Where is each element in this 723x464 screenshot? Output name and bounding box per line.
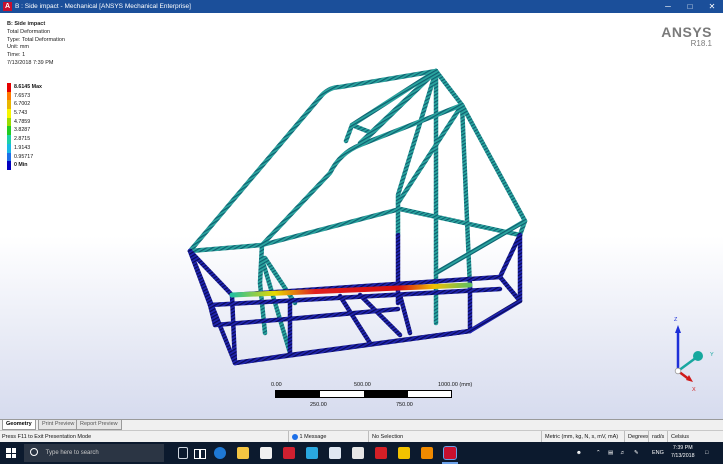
maximize-button[interactable]: □ [679,0,701,13]
search-placeholder: Type here to search [45,450,99,456]
ansys-app-icon[interactable]: A [3,2,12,11]
pen-icon[interactable]: ✎ [634,442,639,464]
close-button[interactable]: ✕ [701,0,723,13]
tray-chevron-icon[interactable]: ⌃ [596,442,601,464]
window-title: B : Side impact - Mechanical [ANSYS Mech… [15,3,191,10]
minimize-button[interactable]: ─ [657,0,679,13]
info-icon [292,433,298,440]
app-icon-5[interactable] [306,447,318,459]
triad-x-label: X [692,387,696,393]
clock-time: 7:39 PM [672,445,693,451]
triad-y-label: Y [710,352,714,358]
store-icon[interactable] [260,447,272,459]
scale-bar: 0.00 500.00 1000.00 (mm) 250.00 750.00 [270,382,530,419]
mail-icon[interactable] [329,447,341,459]
windows-start-icon[interactable] [6,448,16,458]
app-icon-10[interactable] [398,447,410,459]
cortana-icon [30,448,38,457]
network-icon[interactable]: ▤ [608,442,613,464]
action-center-icon[interactable]: □ [705,442,708,464]
graphics-viewport[interactable]: B: Side impact Total Deformation Type: T… [0,13,723,419]
triad-z-label: Z [674,317,678,323]
clock-date: 7/13/2018 [671,452,695,459]
scale-label-500: 500.00 [354,382,371,388]
taskbar: Type here to search ☻ ⌃ ▤ ♬ ✎ ENG 7:39 P… [0,442,723,464]
scale-label-1000: 1000.00 (mm) [438,382,473,388]
calculator-icon[interactable] [352,447,364,459]
scale-label-0: 0.00 [271,382,282,388]
microphone-icon[interactable] [178,447,188,459]
status-messages-label: 1 Message [299,434,327,440]
ansys-mechanical-taskbar-icon[interactable] [443,446,457,460]
axis-triad[interactable]: Z Y X [674,317,714,393]
edge-icon[interactable] [214,447,226,459]
frame-model[interactable]: Z Y X [0,13,723,419]
task-view-icon[interactable] [193,447,206,459]
scale-label-250: 250.00 [310,402,327,408]
vlc-icon[interactable] [421,447,433,459]
scale-label-750: 750.00 [396,402,413,408]
people-icon[interactable]: ☻ [576,442,582,464]
volume-icon[interactable]: ♬ [620,442,626,464]
language-indicator[interactable]: ENG [652,442,664,464]
pdf-reader-icon[interactable] [375,447,387,459]
tab-report-preview[interactable]: Report Preview [76,420,122,430]
view-tabs: Geometry Print Preview Report Preview [0,419,723,430]
taskbar-search[interactable]: Type here to search [24,444,164,462]
title-bar: A B : Side impact - Mechanical [ANSYS Me… [0,0,723,13]
office-icon[interactable] [283,447,295,459]
tab-print-preview[interactable]: Print Preview [38,420,79,430]
taskbar-clock[interactable]: 7:39 PM 7/13/2018 [671,445,695,460]
file-explorer-icon[interactable] [237,447,249,459]
tab-geometry[interactable]: Geometry [2,420,36,430]
scale-bar-track [275,390,452,398]
